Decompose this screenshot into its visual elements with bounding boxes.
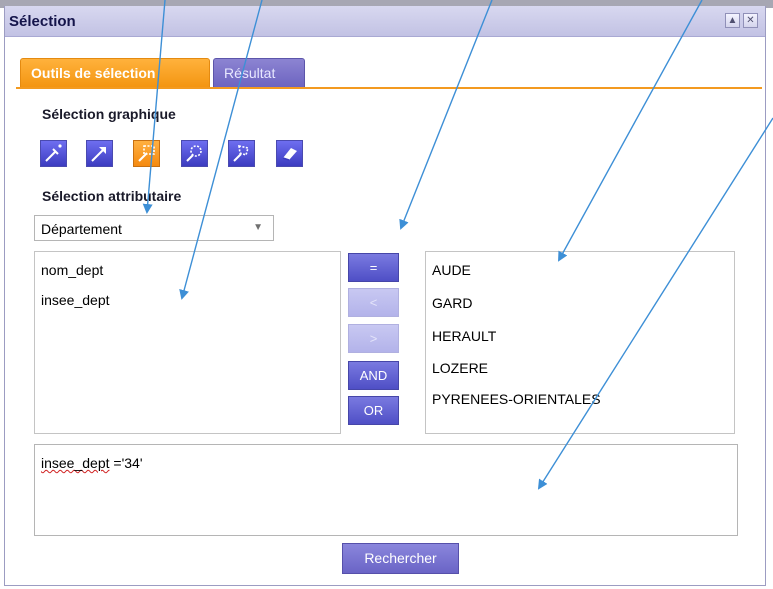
search-button[interactable]: Rechercher xyxy=(342,543,459,574)
equals-operator-button[interactable]: = xyxy=(348,253,399,282)
list-item-field[interactable]: nom_dept xyxy=(41,262,103,278)
graphic-selection-label: Sélection graphique xyxy=(42,106,176,122)
list-item-value[interactable]: GARD xyxy=(432,295,472,311)
value-list[interactable]: AUDE GARD HERAULT LOZERE PYRENEES-ORIENT… xyxy=(425,251,735,434)
list-item-value[interactable]: LOZERE xyxy=(432,360,488,376)
select-rectangle-icon xyxy=(138,145,155,162)
query-text: insee_dept ='34' xyxy=(41,455,143,471)
query-textarea[interactable]: insee_dept ='34' xyxy=(34,444,738,536)
list-item-value[interactable]: AUDE xyxy=(432,262,471,278)
tab-underline xyxy=(16,87,762,89)
select-rectangle-tool[interactable] xyxy=(133,140,160,167)
and-operator-button[interactable]: AND xyxy=(348,361,399,390)
attribute-selection-label: Sélection attributaire xyxy=(42,188,182,204)
field-list[interactable]: nom_dept insee_dept xyxy=(34,251,341,434)
select-arrow-tool[interactable] xyxy=(86,140,113,167)
layer-dropdown-value: Département xyxy=(41,221,122,237)
list-item-field[interactable]: insee_dept xyxy=(41,292,110,308)
or-operator-button[interactable]: OR xyxy=(348,396,399,425)
close-button[interactable]: ✕ xyxy=(743,13,758,28)
layer-dropdown[interactable]: Département ▼ xyxy=(34,215,274,241)
less-than-operator-button[interactable]: < xyxy=(348,288,399,317)
list-item-value[interactable]: PYRENEES-ORIENTALES xyxy=(432,391,601,407)
select-polygon-icon xyxy=(233,144,250,162)
select-circle-tool[interactable] xyxy=(181,140,208,167)
query-field-part: insee_dept xyxy=(41,455,110,471)
tab-selection-tools[interactable]: Outils de sélection xyxy=(20,58,210,89)
select-circle-icon xyxy=(186,145,202,162)
list-item-value[interactable]: HERAULT xyxy=(432,328,496,344)
chevron-down-icon[interactable]: ▼ xyxy=(253,222,263,233)
greater-than-operator-button[interactable]: > xyxy=(348,324,399,353)
select-polygon-tool[interactable] xyxy=(228,140,255,167)
window-title: Sélection xyxy=(9,13,76,30)
eraser-tool[interactable] xyxy=(276,140,303,167)
minimize-button[interactable]: ▲ xyxy=(725,13,740,28)
select-point-tool[interactable] xyxy=(40,140,67,167)
window-titlebar[interactable]: Sélection ▲ ✕ xyxy=(5,6,765,37)
select-arrow-icon xyxy=(91,147,106,162)
select-point-icon xyxy=(45,144,62,162)
eraser-icon xyxy=(282,148,297,161)
query-rest: ='34' xyxy=(109,455,143,471)
tab-result[interactable]: Résultat xyxy=(213,58,305,89)
